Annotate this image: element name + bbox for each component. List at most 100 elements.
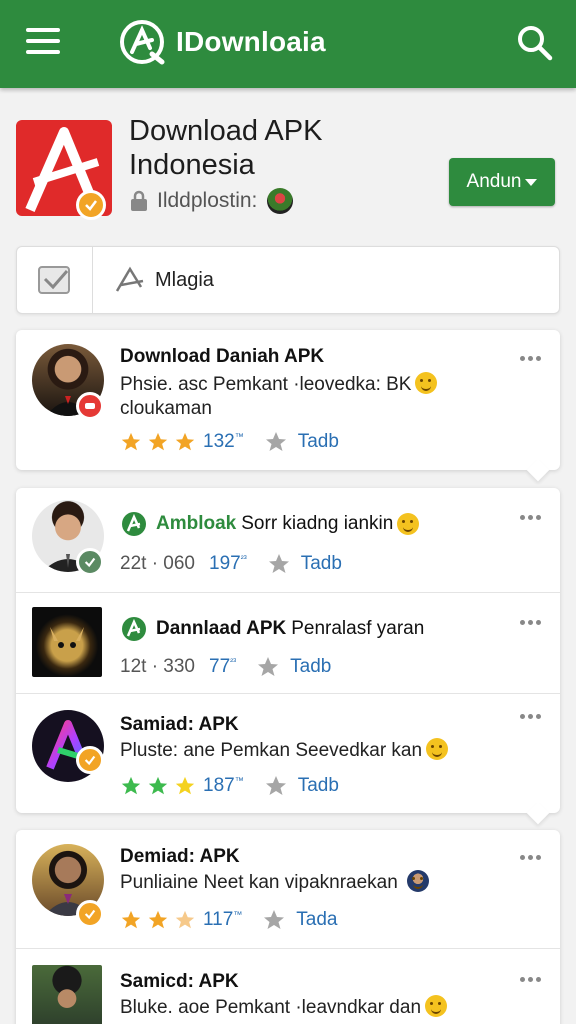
list-item[interactable]: Demiad: APK Punliaine Neet kan vipaknrae… bbox=[16, 830, 560, 948]
star-icon bbox=[175, 910, 195, 929]
brand-logo-icon bbox=[122, 617, 146, 641]
more-options-icon[interactable] bbox=[520, 855, 542, 861]
item-title-row: Download Daniah APK bbox=[120, 346, 324, 368]
list-item[interactable]: Dannlaad APK Penralasf yaran 12t · 330 7… bbox=[16, 593, 560, 693]
tag-label[interactable]: Tadb bbox=[298, 431, 339, 453]
menu-icon[interactable] bbox=[26, 26, 62, 56]
search-icon[interactable] bbox=[514, 22, 554, 62]
item-title: Download Daniah APK bbox=[120, 346, 325, 367]
app-title: Download APK Indonesia bbox=[129, 114, 429, 182]
item-title: Ambloak bbox=[156, 513, 237, 534]
item-description: Punliaine Neet kan vipaknraekan bbox=[120, 870, 480, 895]
stats-row: 117™ Tada bbox=[120, 908, 338, 932]
avatar bbox=[32, 607, 102, 677]
app-icon[interactable] bbox=[16, 120, 112, 220]
star-icon bbox=[121, 432, 141, 451]
favorite-star-icon[interactable] bbox=[262, 908, 286, 932]
item-subtitle: Sorr kiadng iankin bbox=[241, 513, 394, 534]
item-desc-line2: cloukaman bbox=[120, 398, 212, 419]
tag-label[interactable]: Tadb bbox=[301, 553, 342, 575]
item-desc-line1: Punliaine Neet kan vipaknraekan bbox=[120, 872, 398, 893]
favorite-star-icon[interactable] bbox=[267, 552, 291, 576]
star-icon bbox=[148, 432, 168, 451]
app-meta: Ilddplostin: bbox=[129, 188, 294, 214]
star-icon bbox=[175, 432, 195, 451]
item-title-row: Dannlaad APK Penralasf yaran bbox=[120, 615, 424, 643]
more-options-icon[interactable] bbox=[520, 515, 542, 521]
filter-label: Mlagia bbox=[155, 268, 214, 291]
rating-count: 132™ bbox=[203, 431, 244, 452]
tag-label[interactable]: Tadb bbox=[298, 775, 339, 797]
emoji-icon bbox=[397, 513, 420, 535]
item-subtitle: Penralasf yaran bbox=[291, 618, 425, 639]
item-title: Samiad: APK bbox=[120, 714, 239, 735]
item-title-row: Samicd: APK bbox=[120, 971, 239, 993]
avatar bbox=[32, 965, 102, 1024]
item-title: Samicd: APK bbox=[120, 971, 239, 992]
star-icon bbox=[121, 910, 141, 929]
more-options-icon[interactable] bbox=[520, 977, 542, 983]
favorite-star-icon[interactable] bbox=[264, 430, 288, 454]
install-button-label: Andun bbox=[466, 171, 522, 192]
favorite-star-icon[interactable] bbox=[264, 774, 288, 798]
stats-row: 22t · 060 197²³ Tadb bbox=[120, 552, 342, 576]
brand[interactable]: IDownloaia bbox=[118, 18, 326, 66]
item-desc-line1: Bluke. aoe Pemkant ·leavndkar dan bbox=[120, 997, 422, 1018]
list-item[interactable]: Samiad: APK Pluste: ane Pemkan Seevedkar… bbox=[16, 694, 560, 813]
list-item[interactable]: Download Daniah APK Phsie. asc Pemkant ·… bbox=[16, 330, 560, 470]
select-all-checkbox[interactable] bbox=[17, 247, 93, 313]
list-item[interactable]: Samicd: APK Bluke. aoe Pemkant ·leavndka… bbox=[16, 949, 560, 1024]
list-item[interactable]: Ambloak Sorr kiadng iankin 22t · 060 197… bbox=[16, 488, 560, 592]
category-icon bbox=[115, 266, 144, 292]
app-title-line2: Indonesia bbox=[129, 149, 255, 181]
tag-label[interactable]: Tada bbox=[296, 909, 337, 931]
verified-badge-icon bbox=[76, 190, 106, 220]
star-icon bbox=[121, 776, 141, 795]
more-options-icon[interactable] bbox=[520, 356, 542, 362]
stats-row: 132™ Tadb bbox=[120, 430, 339, 454]
item-desc-line1: Pluste: ane Pemkan Seevedkar kan bbox=[120, 740, 423, 761]
item-title-row: Ambloak Sorr kiadng iankin bbox=[120, 510, 420, 538]
more-options-icon[interactable] bbox=[520, 714, 542, 720]
card: Download Daniah APK Phsie. asc Pemkant ·… bbox=[16, 330, 560, 482]
emoji-icon bbox=[425, 995, 448, 1017]
filter-bar: Mlagia bbox=[16, 246, 560, 314]
checkbox-icon bbox=[37, 266, 70, 294]
item-title: Demiad: APK bbox=[120, 846, 240, 867]
lock-icon bbox=[131, 190, 147, 211]
item-description: Bluke. aoe Pemkant ·leavndkar dan bbox=[120, 995, 480, 1020]
brand-logo-icon bbox=[122, 512, 146, 536]
install-dropdown-button[interactable]: Andun bbox=[449, 158, 555, 206]
stats-row: 12t · 330 77²³ Tadb bbox=[120, 655, 331, 679]
favorite-star-icon[interactable] bbox=[256, 655, 280, 679]
star-icon bbox=[175, 776, 195, 795]
item-title: Dannlaad APK bbox=[156, 618, 287, 639]
emoji-icon bbox=[426, 738, 449, 760]
item-meta: 22t · 060 bbox=[120, 553, 195, 574]
developer-avatar[interactable] bbox=[267, 188, 294, 214]
more-options-icon[interactable] bbox=[520, 620, 542, 626]
emoji-icon bbox=[415, 372, 438, 394]
record-badge-icon bbox=[76, 392, 104, 420]
item-title-row: Samiad: APK bbox=[120, 714, 239, 736]
app-header: Download APK Indonesia Ilddplostin: Andu… bbox=[0, 100, 576, 230]
item-title-row: Demiad: APK bbox=[120, 846, 240, 868]
star-icon bbox=[148, 910, 168, 929]
verified-badge-icon bbox=[76, 746, 104, 774]
star-icon bbox=[148, 776, 168, 795]
item-description: Phsie. asc Pemkant ·leovedka: BK cloukam… bbox=[120, 372, 450, 421]
tag-label[interactable]: Tadb bbox=[290, 656, 331, 678]
verified-badge-icon bbox=[76, 548, 104, 576]
caret-down-icon bbox=[525, 178, 538, 186]
rating-count: 197²³ bbox=[209, 553, 247, 574]
app-title-line1: Download APK bbox=[129, 115, 323, 147]
rating-count: 117™ bbox=[203, 909, 243, 930]
top-app-bar: IDownloaia bbox=[0, 0, 576, 88]
rating-count: 77²³ bbox=[209, 656, 237, 677]
item-description: Pluste: ane Pemkan Seevedkar kan bbox=[120, 738, 480, 763]
filter-category[interactable]: Mlagia bbox=[113, 247, 214, 313]
card: Demiad: APK Punliaine Neet kan vipaknrae… bbox=[16, 830, 560, 1024]
user-avatar-icon bbox=[407, 870, 430, 892]
card: Ambloak Sorr kiadng iankin 22t · 060 197… bbox=[16, 488, 560, 825]
app-meta-text: Ilddplostin: bbox=[157, 189, 258, 212]
